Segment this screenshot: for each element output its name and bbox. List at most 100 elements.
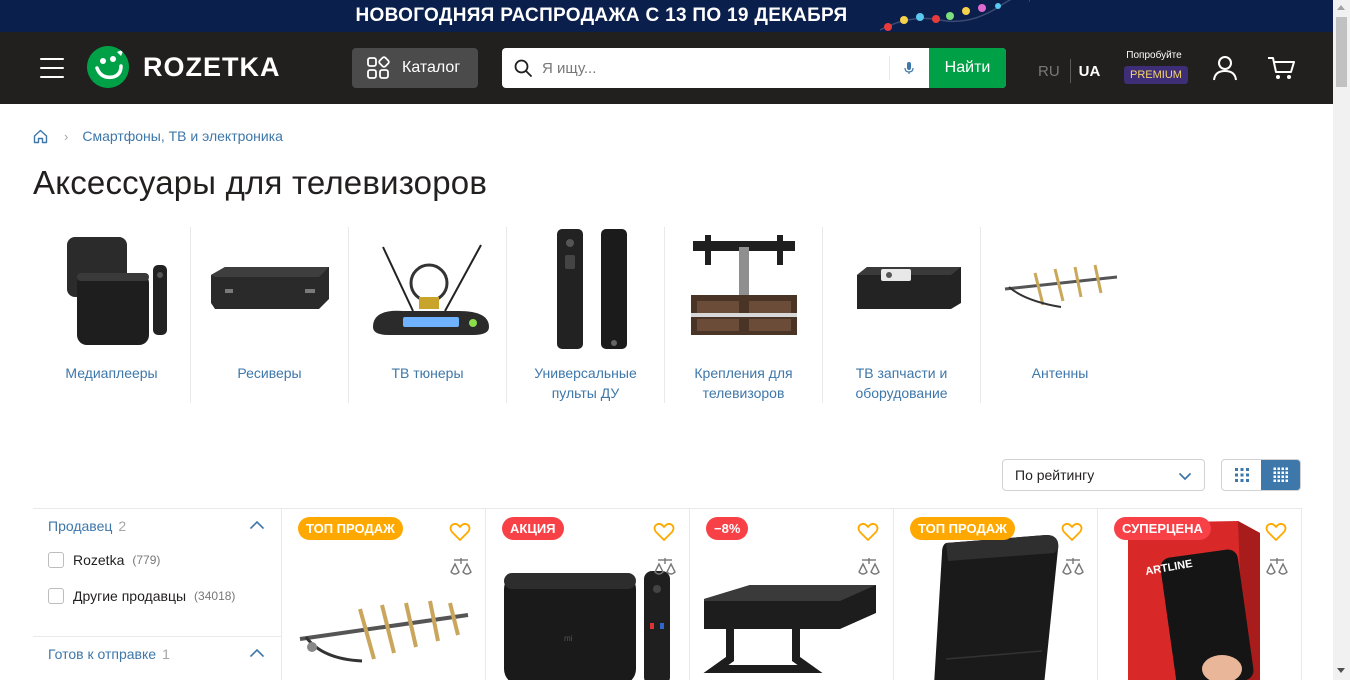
compare-scales-icon[interactable] xyxy=(858,556,880,578)
checkbox[interactable] xyxy=(48,552,64,568)
category-label: Антенны xyxy=(1031,365,1089,381)
search-input[interactable] xyxy=(542,48,888,88)
premium-try-text: Попробуйте xyxy=(1126,50,1182,61)
microphone-icon[interactable] xyxy=(899,58,919,78)
search-divider xyxy=(889,56,890,80)
tv-parts-icon xyxy=(856,267,961,309)
catalog-label: Каталог xyxy=(402,59,461,76)
category-antennas[interactable]: Антенны xyxy=(981,227,1139,403)
view-toggle xyxy=(1221,459,1301,491)
logo-text: ROZETKA xyxy=(143,51,281,82)
heart-icon[interactable] xyxy=(1265,522,1287,542)
filter-sidebar: Продавец 2 Rozetka (779) Другие продавцы … xyxy=(33,508,282,680)
category-label: Медиаплееры xyxy=(65,365,158,381)
home-icon[interactable] xyxy=(33,129,48,144)
cart-icon[interactable] xyxy=(1266,54,1296,82)
lang-ua[interactable]: UA xyxy=(1071,63,1101,80)
filter-option-count: (34018) xyxy=(194,589,236,603)
category-label: Крепления для телевизоров xyxy=(694,365,793,401)
scroll-up-arrow-icon[interactable] xyxy=(1337,5,1345,10)
category-remote-controls[interactable]: Универсальные пульты ДУ xyxy=(507,227,665,403)
category-label: Ресиверы xyxy=(237,365,302,381)
product-badge: ТОП ПРОДАЖ xyxy=(910,517,1015,540)
filter-option-label: Rozetka xyxy=(73,552,125,568)
garland-lights-icon xyxy=(880,0,1030,31)
compare-scales-icon[interactable] xyxy=(1062,556,1084,578)
page: НОВОГОДНЯЯ РАСПРОДАЖА С 13 ПО 19 ДЕКАБРЯ xyxy=(0,0,1333,680)
category-tv-tuners[interactable]: ТВ тюнеры xyxy=(349,227,507,403)
filter-divider xyxy=(33,636,282,637)
product-card[interactable]: ТОП ПРОДАЖ xyxy=(894,508,1098,680)
promo-text: НОВОГОДНЯЯ РАСПРОДАЖА С 13 ПО 19 ДЕКАБРЯ xyxy=(355,5,848,26)
promo-banner[interactable]: НОВОГОДНЯЯ РАСПРОДАЖА С 13 ПО 19 ДЕКАБРЯ xyxy=(0,0,1333,32)
media-player-icon xyxy=(66,237,167,345)
category-media-players[interactable]: Медиаплееры xyxy=(33,227,191,403)
filter-title: Готов к отправке xyxy=(48,646,157,662)
search-bar: Найти xyxy=(502,48,1006,88)
product-card[interactable]: −8% xyxy=(690,508,894,680)
filter-option-rozetka[interactable]: Rozetka (779) xyxy=(48,552,160,568)
scroll-down-arrow-icon[interactable] xyxy=(1337,668,1345,673)
scrollbar-thumb[interactable] xyxy=(1336,17,1347,87)
filter-ready-to-ship-header[interactable]: Готов к отправке 1 xyxy=(48,646,170,662)
vertical-scrollbar[interactable] xyxy=(1333,0,1350,680)
header: ROZETKA Каталог Найти xyxy=(0,32,1333,104)
compare-scales-icon[interactable] xyxy=(450,556,472,578)
category-label: Универсальные пульты ДУ xyxy=(534,365,637,401)
premium-badge: PREMIUM xyxy=(1124,66,1188,84)
product-badge: СУПЕРЦЕНА xyxy=(1114,517,1211,540)
breadcrumb-link[interactable]: Смартфоны, ТВ и электроника xyxy=(82,128,283,144)
chevron-right-icon: › xyxy=(64,128,69,144)
filter-title: Продавец xyxy=(48,518,113,534)
product-card[interactable]: mi АКЦИЯ xyxy=(486,508,690,680)
antenna-icon xyxy=(1004,264,1118,308)
user-icon[interactable] xyxy=(1211,54,1239,82)
large-tiles-view-button[interactable] xyxy=(1222,460,1261,490)
tv-tuner-icon xyxy=(372,244,489,335)
product-grid: ТОП ПРОДАЖ mi АКЦИЯ −8% ТОП ПРОДАЖ ARTLI… xyxy=(282,508,1302,680)
heart-icon[interactable] xyxy=(857,522,879,542)
search-icon xyxy=(514,59,532,77)
language-switcher: RU UA xyxy=(1038,59,1100,83)
logo[interactable]: ROZETKA xyxy=(87,46,281,88)
category-receivers[interactable]: Ресиверы xyxy=(191,227,349,403)
filter-option-label: Другие продавцы xyxy=(73,588,187,604)
category-tv-mounts[interactable]: Крепления для телевизоров xyxy=(665,227,823,403)
chevron-down-icon xyxy=(1179,473,1191,481)
sort-selected-value: По рейтингу xyxy=(1015,467,1095,483)
catalog-button[interactable]: Каталог xyxy=(352,48,478,88)
subcategory-list: Медиаплееры Ресиверы ТВ тюнеры Универсал… xyxy=(33,227,1139,403)
category-tv-parts[interactable]: ТВ запчасти и оборудование xyxy=(823,227,981,403)
chevron-up-icon[interactable] xyxy=(249,648,265,658)
checkbox[interactable] xyxy=(48,588,64,604)
product-badge: −8% xyxy=(706,517,749,540)
heart-icon[interactable] xyxy=(1061,522,1083,542)
svg-text:mi: mi xyxy=(564,634,573,643)
search-button[interactable]: Найти xyxy=(929,48,1006,88)
filter-seller-header[interactable]: Продавец 2 xyxy=(48,518,126,534)
chevron-up-icon[interactable] xyxy=(249,520,265,530)
heart-icon[interactable] xyxy=(449,522,471,542)
small-tiles-view-button[interactable] xyxy=(1261,460,1300,490)
tv-mount-icon xyxy=(690,235,797,335)
small-grid-icon xyxy=(1273,467,1288,482)
catalog-grid-icon xyxy=(367,56,390,79)
menu-icon[interactable] xyxy=(40,58,64,78)
sort-select[interactable]: По рейтингу xyxy=(1002,459,1205,491)
compare-scales-icon[interactable] xyxy=(1266,556,1288,578)
product-card[interactable]: ТОП ПРОДАЖ xyxy=(282,508,486,680)
product-badge: АКЦИЯ xyxy=(502,517,564,540)
filter-option-count: (779) xyxy=(132,553,161,567)
lang-ru[interactable]: RU xyxy=(1038,63,1070,80)
page-title: Аксессуары для телевизоров xyxy=(33,164,488,201)
filter-option-other-sellers[interactable]: Другие продавцы (34018) xyxy=(48,588,235,604)
remote-control-icon xyxy=(556,229,627,349)
filter-count: 1 xyxy=(162,646,170,662)
heart-icon[interactable] xyxy=(653,522,675,542)
category-label: ТВ запчасти и оборудование xyxy=(855,365,948,401)
premium-promo[interactable]: Попробуйте PREMIUM xyxy=(1124,50,1188,84)
compare-scales-icon[interactable] xyxy=(654,556,676,578)
breadcrumb: › Смартфоны, ТВ и электроника xyxy=(33,128,283,144)
filter-count: 2 xyxy=(118,518,127,534)
product-card[interactable]: ARTLINE СУПЕРЦЕНА xyxy=(1098,508,1302,680)
